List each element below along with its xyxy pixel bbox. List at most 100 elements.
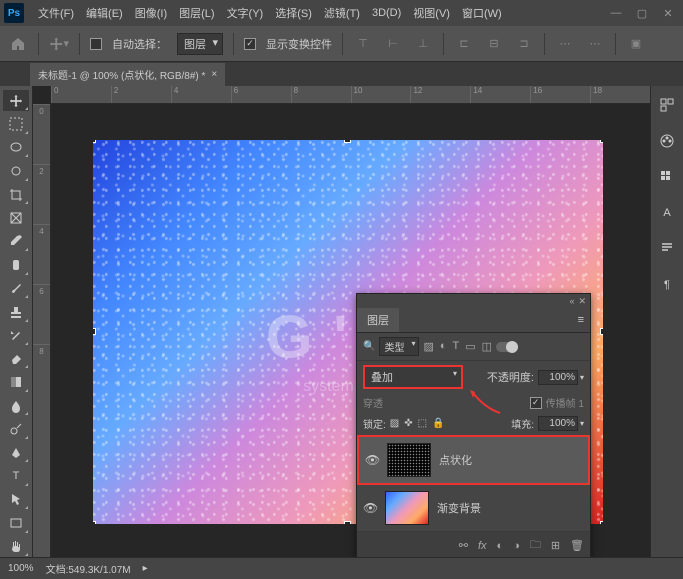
fill-input[interactable]: 100% — [538, 416, 578, 431]
transform-handle[interactable] — [344, 140, 351, 143]
blur-tool[interactable] — [3, 395, 29, 416]
menu-select[interactable]: 选择(S) — [269, 5, 318, 21]
filter-type-select[interactable]: 类型 — [379, 337, 419, 356]
blend-mode-select[interactable]: 叠加 — [363, 365, 463, 389]
auto-select-target[interactable]: 图层 — [177, 33, 223, 55]
transform-handle[interactable] — [93, 521, 96, 524]
transform-handle[interactable] — [93, 140, 96, 143]
lock-pixels-icon[interactable]: ▨ — [390, 418, 399, 429]
align-left-edges-icon[interactable]: ⊏ — [454, 34, 474, 54]
document-tab[interactable]: 未标题-1 @ 100% (点状化, RGB/8#) * × — [30, 63, 225, 86]
history-brush-tool[interactable] — [3, 325, 29, 346]
eraser-tool[interactable] — [3, 348, 29, 369]
menu-text[interactable]: 文字(Y) — [221, 5, 270, 21]
lasso-tool[interactable] — [3, 137, 29, 158]
filter-shape-icon[interactable]: ▭ — [465, 340, 475, 353]
eyedropper-tool[interactable] — [3, 231, 29, 252]
align-right-edges-icon[interactable]: ⊐ — [514, 34, 534, 54]
tab-close-icon[interactable]: × — [211, 69, 217, 80]
brush-tool[interactable] — [3, 278, 29, 299]
gradient-tool[interactable] — [3, 371, 29, 392]
layer-name[interactable]: 渐变背景 — [437, 500, 584, 516]
layer-item[interactable]: 👁 渐变背景 — [357, 485, 590, 532]
pen-tool[interactable] — [3, 442, 29, 463]
rectangle-tool[interactable] — [3, 512, 29, 533]
dodge-tool[interactable] — [3, 418, 29, 439]
hand-tool[interactable] — [3, 536, 29, 557]
auto-select-checkbox[interactable] — [90, 38, 102, 50]
home-icon[interactable] — [8, 34, 28, 54]
move-tool[interactable] — [3, 90, 29, 111]
transform-handle[interactable] — [600, 521, 603, 524]
show-transform-checkbox[interactable] — [244, 38, 256, 50]
lock-artboard-icon[interactable]: ⬚ — [418, 418, 427, 429]
paragraph-panel-icon[interactable] — [656, 238, 678, 260]
transform-handle[interactable] — [600, 140, 603, 143]
filter-toggle[interactable] — [496, 342, 518, 352]
crop-tool[interactable] — [3, 184, 29, 205]
panel-close-icon[interactable]: ✕ — [578, 296, 586, 307]
color-panel-icon[interactable] — [656, 130, 678, 152]
new-layer-icon[interactable]: ⊞ — [551, 539, 560, 552]
zoom-level[interactable]: 100% — [8, 563, 34, 574]
marquee-tool[interactable] — [3, 113, 29, 134]
fx-icon[interactable]: fx — [478, 540, 487, 552]
lock-position-icon[interactable]: ✜ — [404, 418, 412, 429]
move-tool-icon[interactable]: ▾ — [49, 34, 69, 54]
paragraph-style-icon[interactable]: ¶ — [656, 274, 678, 296]
visibility-icon[interactable]: 👁 — [365, 453, 379, 467]
type-tool[interactable]: T — [3, 465, 29, 486]
menu-view[interactable]: 视图(V) — [407, 5, 456, 21]
close-button[interactable]: ✕ — [657, 5, 679, 21]
menu-file[interactable]: 文件(F) — [32, 5, 80, 21]
delete-layer-icon[interactable]: 🗑 — [570, 539, 584, 552]
stamp-tool[interactable] — [3, 301, 29, 322]
path-select-tool[interactable] — [3, 489, 29, 510]
doc-info-menu-icon[interactable]: ▸ — [143, 563, 148, 574]
layer-thumbnail[interactable] — [387, 443, 431, 477]
canvas-area[interactable]: 024681012141618 02468 G ' 网 system .com … — [33, 86, 650, 557]
heal-tool[interactable] — [3, 254, 29, 275]
quick-select-tool[interactable] — [3, 160, 29, 181]
panel-collapse-icon[interactable]: « — [569, 296, 574, 306]
layers-panel[interactable]: « ✕ 图层 ≡ 🔍 类型 ▨ ◐ T ▭ ◫ 叠加 — [356, 293, 591, 557]
frame-tool[interactable] — [3, 207, 29, 228]
3d-mode-icon[interactable]: ▣ — [626, 34, 646, 54]
align-v-centers-icon[interactable]: ⊢ — [383, 34, 403, 54]
menu-image[interactable]: 图像(I) — [129, 5, 173, 21]
menu-filter[interactable]: 滤镜(T) — [318, 5, 366, 21]
layer-item-active[interactable]: 👁 点状化 — [357, 435, 590, 485]
filter-search-icon[interactable]: 🔍 — [363, 341, 375, 352]
menu-window[interactable]: 窗口(W) — [456, 5, 508, 21]
layer-thumbnail[interactable] — [385, 491, 429, 525]
menu-edit[interactable]: 编辑(E) — [80, 5, 129, 21]
history-panel-icon[interactable] — [656, 94, 678, 116]
distribute-icon[interactable]: ⋯ — [555, 34, 575, 54]
mask-icon[interactable]: ◐ — [497, 540, 504, 552]
menu-3d[interactable]: 3D(D) — [366, 7, 407, 19]
swatches-panel-icon[interactable] — [656, 166, 678, 188]
transform-handle[interactable] — [344, 521, 351, 524]
filter-pixel-icon[interactable]: ▨ — [423, 340, 433, 353]
layer-name[interactable]: 点状化 — [439, 452, 582, 468]
layers-tab[interactable]: 图层 — [357, 308, 399, 332]
filter-smart-icon[interactable]: ◫ — [482, 340, 492, 353]
character-panel-icon[interactable]: A — [656, 202, 678, 224]
transform-handle[interactable] — [93, 328, 96, 335]
menu-layer[interactable]: 图层(L) — [173, 5, 220, 21]
transform-handle[interactable] — [600, 328, 603, 335]
align-bottom-edges-icon[interactable]: ⊥ — [413, 34, 433, 54]
align-h-centers-icon[interactable]: ⊟ — [484, 34, 504, 54]
group-icon[interactable]: 🗀 — [530, 536, 541, 555]
visibility-icon[interactable]: 👁 — [363, 501, 377, 515]
propagate-checkbox[interactable] — [530, 397, 542, 409]
opacity-input[interactable]: 100% — [538, 370, 578, 385]
adjustment-icon[interactable]: ◑ — [513, 540, 520, 552]
lock-all-icon[interactable]: 🔒 — [432, 418, 444, 429]
align-top-edges-icon[interactable]: ⊤ — [353, 34, 373, 54]
more-align-icon[interactable]: ⋯ — [585, 34, 605, 54]
minimize-button[interactable]: — — [605, 5, 627, 21]
maximize-button[interactable]: ▢ — [631, 5, 653, 21]
panel-menu-icon[interactable]: ≡ — [572, 314, 590, 326]
link-layers-icon[interactable]: ⚯ — [459, 539, 468, 552]
